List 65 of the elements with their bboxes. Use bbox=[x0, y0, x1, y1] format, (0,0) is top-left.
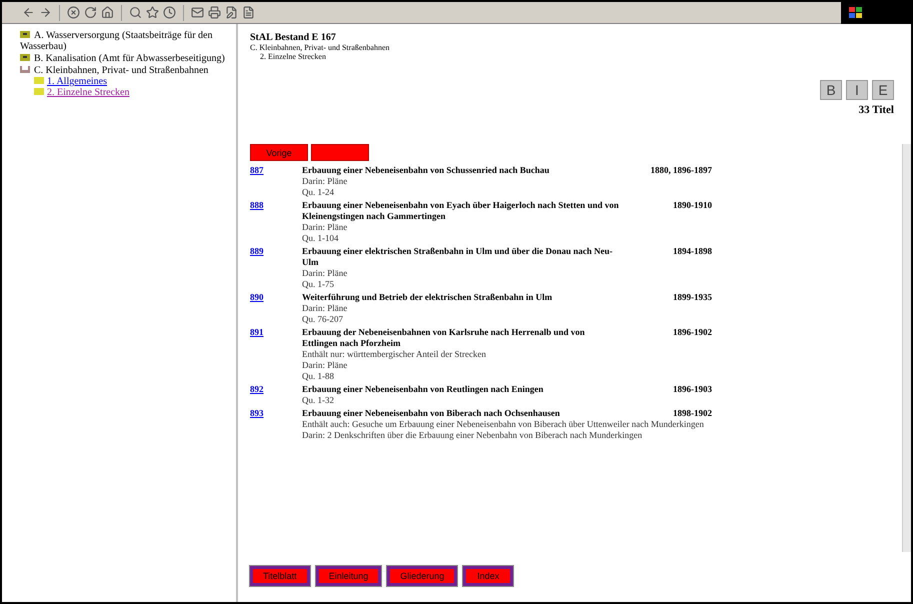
entry-note: Qu. 1-75 bbox=[302, 279, 335, 290]
view-button[interactable]: E bbox=[872, 80, 894, 100]
collection-title: StAL Bestand E 167 bbox=[250, 32, 337, 43]
scrollbar[interactable] bbox=[902, 144, 911, 552]
entry-title: Erbauung einer Nebeneisenbahn von Biberach nach Ochsenhausen bbox=[302, 408, 561, 419]
entry-date: 1890-1910 bbox=[672, 200, 712, 212]
entry-note: Qu. 1-24 bbox=[302, 187, 335, 198]
entry-date: 1898-1902 bbox=[672, 408, 712, 419]
entry-note: Qu. 1-88 bbox=[302, 371, 335, 382]
entry-number-link[interactable]: 892 bbox=[250, 384, 302, 395]
tree-link[interactable]: 2. Einzelne Strecken bbox=[20, 87, 230, 98]
entry-number-link[interactable]: 891 bbox=[250, 327, 302, 349]
back-icon[interactable] bbox=[22, 6, 35, 19]
entry-number-link[interactable]: 887 bbox=[250, 165, 302, 176]
entry-number-link[interactable]: 889 bbox=[250, 246, 302, 268]
search-icon[interactable] bbox=[129, 6, 142, 19]
home-icon[interactable] bbox=[101, 6, 114, 19]
entry-note: Qu. 76-207 bbox=[302, 314, 344, 325]
print-icon[interactable] bbox=[208, 6, 221, 19]
tree-item[interactable]: B. Kanalisation (Amt für Abwasserbeseitigung) bbox=[20, 53, 230, 64]
entry-note: Qu. 1-104 bbox=[302, 233, 340, 244]
title-count: 33 Titel bbox=[858, 104, 894, 116]
entry-note: Enthält auch: Gesuche um Erbauung einer Nebeneisenbahn von Biberach über Uttenweiler nach Munderkingen bbox=[302, 419, 705, 430]
entry-title: Erbauung der Nebeneisenbahnen von Karlsruhe nach Herrenalb und von Ettlingen nach Pforzheim bbox=[302, 327, 586, 349]
refresh-icon[interactable] bbox=[84, 6, 97, 19]
mail-icon[interactable] bbox=[191, 6, 204, 19]
entry-title: Erbauung einer Nebeneisenbahn von Reutlingen nach Eningen bbox=[302, 384, 544, 395]
entry-date: 1899-1935 bbox=[672, 292, 712, 303]
entry-note: Enthält nur: württembergischer Anteil der Strecken bbox=[302, 349, 488, 360]
entry-title: Weiterführung und Betrieb der elektrischen Straßenbahn in Ulm bbox=[302, 292, 554, 303]
entry-date: 1896-1902 bbox=[672, 327, 712, 339]
footer-button[interactable]: Einleitung bbox=[316, 566, 382, 586]
entry-note: Darin: Pläne bbox=[302, 360, 348, 371]
entry-number-link[interactable]: 888 bbox=[250, 200, 302, 222]
footer-button[interactable]: Index bbox=[463, 566, 514, 586]
document-icon[interactable] bbox=[242, 6, 255, 19]
previous-button[interactable]: Vorige bbox=[250, 144, 308, 161]
star-icon[interactable] bbox=[146, 6, 159, 19]
tree-item[interactable]: C. Kleinbahnen, Privat- und Straßenbahnen bbox=[20, 65, 230, 76]
footer-button[interactable]: Titelblatt bbox=[250, 566, 310, 586]
entry-title: Erbauung einer Nebeneisenbahn von Schussenried nach Buchau bbox=[302, 165, 550, 176]
tree-item[interactable]: A. Wasserversorgung (Staatsbeiträge für den Wasserbau) bbox=[20, 30, 230, 52]
view-button[interactable]: I bbox=[846, 80, 868, 100]
entry-note: Qu. 1-32 bbox=[302, 395, 335, 406]
entry-number-link[interactable]: 893 bbox=[250, 408, 302, 419]
entry-title: Erbauung einer Nebeneisenbahn von Eyach über Haigerloch nach Stetten und von Kleinengstingen nach Gammertingen bbox=[302, 200, 620, 222]
entry-note: Darin: Pläne bbox=[302, 176, 348, 187]
entry-date: 1880, 1896-1897 bbox=[650, 165, 712, 176]
stop-icon[interactable] bbox=[67, 6, 80, 19]
footer-button[interactable]: Gliederung bbox=[387, 566, 458, 586]
entry-note: Darin: Pläne bbox=[302, 268, 348, 279]
entry-title: Erbauung einer elektrischen Straßenbahn in Ulm und über die Donau nach Neu-Ulm bbox=[302, 246, 614, 268]
clock-icon[interactable] bbox=[163, 6, 176, 19]
entry-date: 1894-1898 bbox=[672, 246, 712, 258]
view-button[interactable]: B bbox=[820, 80, 842, 100]
edit-icon[interactable] bbox=[225, 6, 238, 19]
breadcrumb-line: 2. Einzelne Strecken bbox=[259, 52, 327, 61]
entry-note: Darin: Pläne bbox=[302, 222, 348, 233]
entry-note: Darin: Pläne bbox=[302, 303, 348, 314]
breadcrumb-line: C. Kleinbahnen, Privat- und Straßenbahnen bbox=[250, 43, 390, 52]
forward-icon[interactable] bbox=[39, 6, 52, 19]
entry-note: Darin: 2 Denkschriften über die Erbauung einer Nebenbahn von Biberach nach Munderkingen bbox=[302, 430, 644, 441]
tree-link[interactable]: 1. Allgemeines bbox=[20, 76, 230, 87]
entry-number-link[interactable]: 890 bbox=[250, 292, 302, 303]
entry-date: 1896-1903 bbox=[672, 384, 712, 395]
